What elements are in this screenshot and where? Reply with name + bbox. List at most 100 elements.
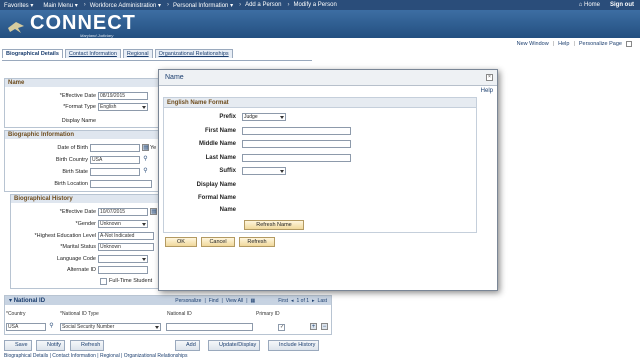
gender-select[interactable]: Unknown	[98, 220, 148, 228]
col-primary-id-header: Primary ID	[256, 311, 280, 317]
ok-button[interactable]: OK	[165, 237, 197, 247]
suffix-label: Suffix	[219, 168, 236, 174]
personalize-page-link[interactable]: Personalize Page	[579, 41, 622, 47]
marital-status-select[interactable]: Unknown	[98, 243, 154, 251]
tab-contact-information[interactable]: Contact Information	[64, 49, 121, 58]
notify-button[interactable]: Notify	[36, 340, 66, 351]
last-name-label: Last Name	[205, 155, 236, 161]
birth-state-input[interactable]	[90, 168, 140, 176]
next-icon[interactable]: ▸	[312, 298, 315, 304]
breadcrumb-separator-icon: ›	[239, 2, 242, 8]
calendar-icon[interactable]: ▦	[142, 144, 149, 151]
page-tabs: Biographical Details Contact Information…	[2, 49, 233, 58]
last-name-input[interactable]	[242, 154, 351, 162]
home-label: Home	[583, 2, 600, 8]
biographic-info-title: Biographic Information	[5, 131, 159, 139]
breadcrumb-separator-icon: ›	[83, 2, 86, 8]
add-row-icon[interactable]: +	[310, 323, 317, 330]
col-national-id-header: National ID	[167, 311, 192, 317]
language-code-select[interactable]	[98, 255, 148, 263]
close-icon[interactable]: ×	[486, 74, 493, 81]
birth-state-label: Birth State	[62, 169, 88, 175]
find-link[interactable]: Find	[209, 298, 219, 304]
display-name-label: Display Name	[61, 118, 96, 124]
home-link[interactable]: ⌂ Home	[579, 2, 600, 8]
fulltime-student-checkbox[interactable]	[100, 278, 107, 285]
expand-icon[interactable]	[626, 41, 632, 47]
national-id-input[interactable]	[166, 323, 253, 331]
update-display-button[interactable]: Update/Display	[208, 340, 261, 351]
prev-icon[interactable]: ◂	[291, 298, 294, 304]
tab-regional[interactable]: Regional	[122, 49, 153, 58]
alternate-id-label: Alternate ID	[66, 267, 96, 273]
format-type-select[interactable]: English	[98, 103, 148, 111]
personalize-grid-link[interactable]: Personalize	[175, 298, 201, 304]
main-menu[interactable]: Main Menu ▾	[39, 2, 83, 9]
suffix-select[interactable]	[242, 167, 286, 175]
birth-location-input[interactable]	[90, 180, 152, 188]
breadcrumb-personal-info[interactable]: Personal Information ▾	[169, 2, 239, 9]
alternate-id-input[interactable]	[98, 266, 148, 274]
marital-status-label: *Marital Status	[60, 244, 96, 250]
prefix-select[interactable]: Judge	[242, 113, 286, 121]
lookup-icon[interactable]: ⚲	[142, 156, 149, 163]
history-effective-date-input[interactable]: 10/07/2015	[98, 208, 148, 216]
first-link[interactable]: First	[278, 298, 288, 304]
breadcrumb-add-person[interactable]: Add a Person	[241, 2, 287, 8]
eagle-logo-icon	[8, 22, 24, 33]
language-code-label: Language Code	[56, 256, 96, 262]
lookup-icon[interactable]: ⚲	[142, 168, 149, 175]
add-button[interactable]: Add	[175, 340, 200, 351]
country-input[interactable]: USA	[6, 323, 46, 331]
footer-tab-links[interactable]: Biographical Details | Contact Informati…	[4, 353, 187, 359]
modal-help-link[interactable]: Help	[481, 88, 493, 94]
breadcrumb-workforce-admin[interactable]: Workforce Administration ▾	[86, 2, 167, 9]
modal-refresh-button[interactable]: Refresh	[239, 237, 275, 247]
display-name-label: Display Name	[196, 182, 236, 188]
refresh-button[interactable]: Refresh	[70, 340, 105, 351]
education-label: *Highest Education Level	[34, 233, 96, 239]
last-link[interactable]: Last	[318, 298, 327, 304]
primary-id-checkbox[interactable]: ✓	[278, 324, 285, 331]
favorites-label: Favorites	[4, 2, 29, 9]
calendar-icon[interactable]: ▦	[150, 208, 157, 215]
modal-title: Name	[165, 74, 184, 81]
favorites-menu[interactable]: Favorites ▾	[0, 2, 39, 9]
formal-name-label: Formal Name	[197, 195, 236, 201]
col-country-header: *Country	[6, 311, 26, 317]
main-menu-label: Main Menu	[43, 2, 74, 9]
first-name-label: First Name	[204, 128, 236, 134]
education-select[interactable]: A-Not Indicated	[98, 232, 154, 240]
include-history-button[interactable]: Include History	[268, 340, 320, 351]
tab-underline	[2, 60, 312, 61]
first-name-input[interactable]	[242, 127, 351, 135]
dob-input[interactable]	[90, 144, 140, 152]
refresh-name-button[interactable]: Refresh Name	[244, 220, 304, 230]
col-national-id-type-header: *National ID Type	[60, 311, 99, 317]
utility-links: New Window | Help | Personalize Page	[517, 41, 632, 47]
top-nav-bar: Favorites ▾ Main Menu ▾ › Workforce Admi…	[0, 0, 640, 10]
name-effective-date-label: *Effective Date	[59, 93, 96, 99]
grid-export-icon[interactable]: ▦	[251, 298, 256, 304]
sign-out-link[interactable]: Sign out	[610, 2, 634, 8]
separator: |	[552, 41, 555, 47]
home-icon: ⌂	[578, 2, 583, 8]
breadcrumb-modify-person[interactable]: Modify a Person	[289, 2, 342, 8]
national-id-header: ▾ National ID Personalize | Find | View Al…	[5, 296, 331, 305]
lookup-icon[interactable]: ⚲	[48, 323, 55, 330]
birth-country-input[interactable]: USA	[90, 156, 140, 164]
middle-name-input[interactable]	[242, 140, 351, 148]
birth-location-label: Birth Location	[54, 181, 88, 187]
dob-label: Date of Birth	[57, 145, 88, 151]
new-window-link[interactable]: New Window	[517, 41, 549, 47]
tab-organizational-relationships[interactable]: Organizational Relationships	[154, 49, 233, 58]
name-effective-date-input[interactable]: 08/19/2015	[98, 92, 148, 100]
tab-biographical-details[interactable]: Biographical Details	[2, 49, 63, 58]
cancel-button[interactable]: Cancel	[201, 237, 235, 247]
delete-row-icon[interactable]: −	[321, 323, 328, 330]
view-all-link[interactable]: View All	[226, 298, 243, 304]
format-type-label: *Format Type	[63, 104, 96, 110]
help-link[interactable]: Help	[558, 41, 569, 47]
national-id-type-select[interactable]: Social Security Number	[60, 323, 161, 331]
save-button[interactable]: Save	[4, 340, 32, 351]
